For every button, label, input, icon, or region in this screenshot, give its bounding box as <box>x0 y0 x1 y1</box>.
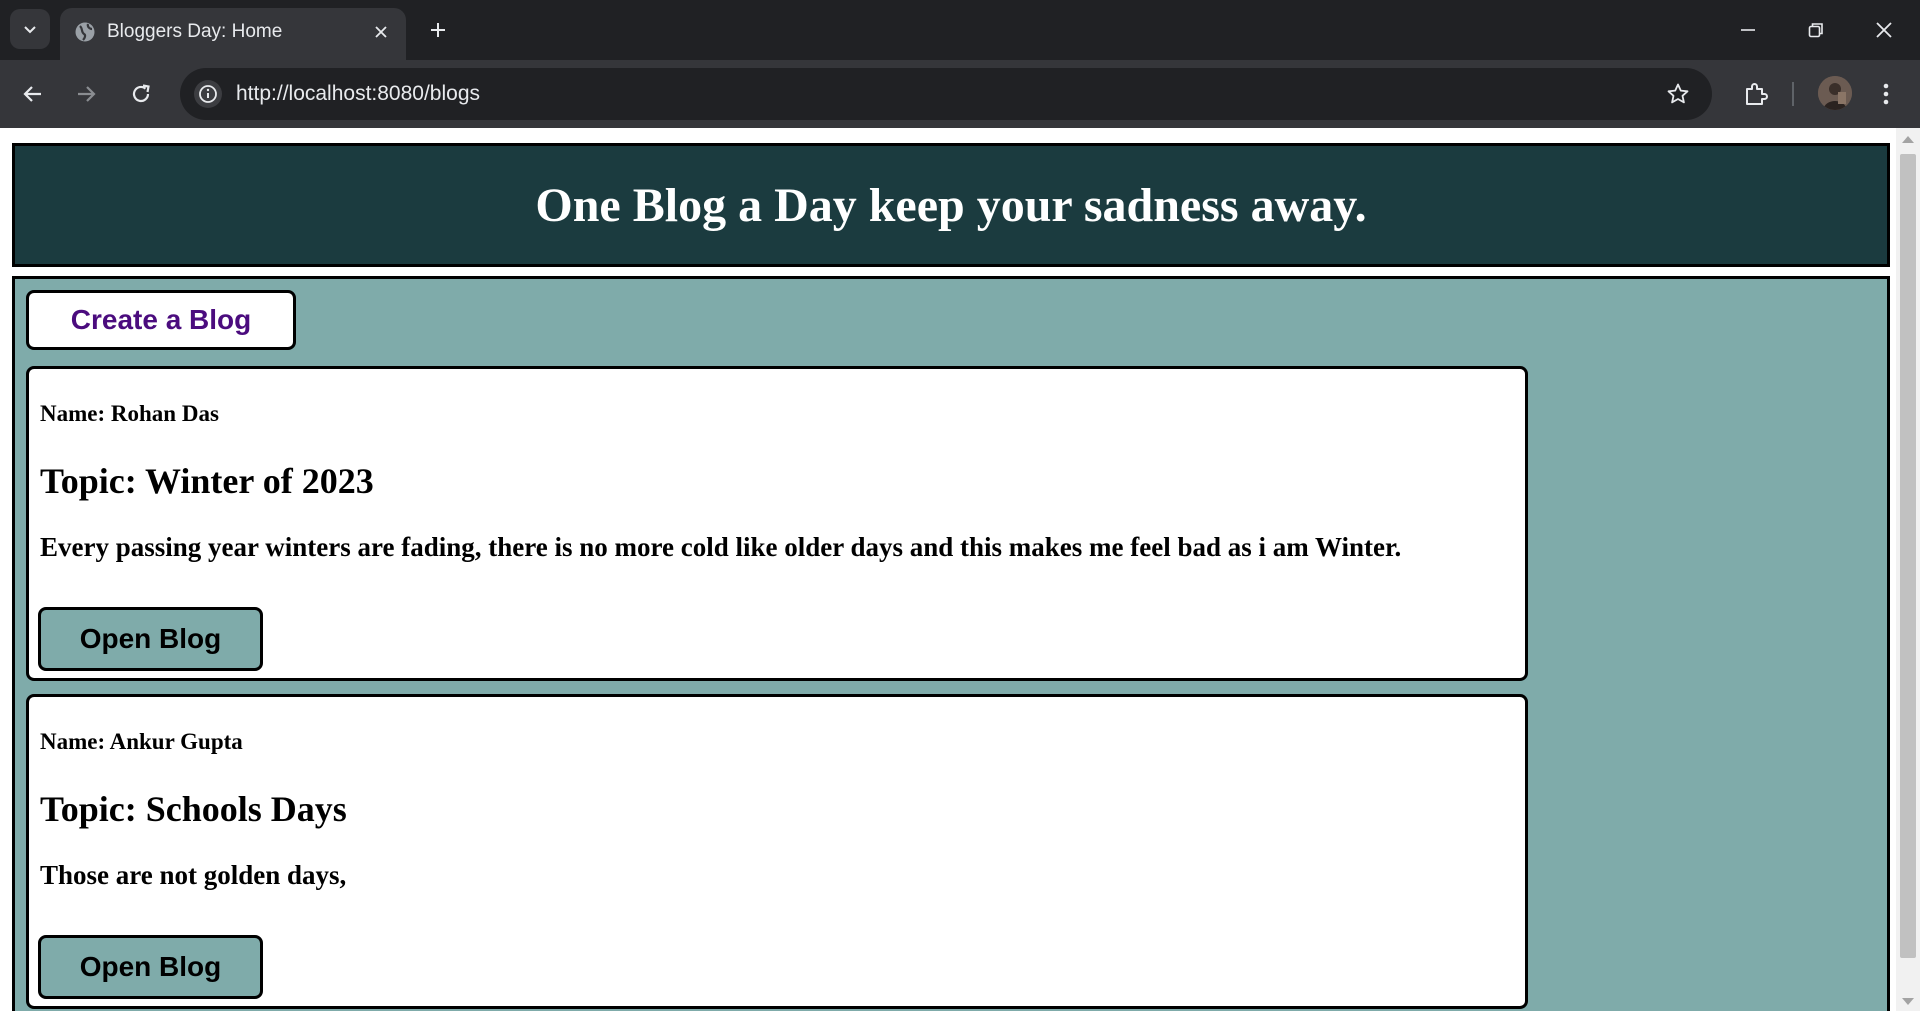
window-close-icon <box>1876 22 1892 38</box>
info-icon <box>199 85 217 103</box>
minimize-icon <box>1741 29 1755 31</box>
plus-icon <box>431 23 445 37</box>
blog-topic: Topic: Schools Days <box>40 789 347 829</box>
chevron-down-icon <box>24 26 36 34</box>
scroll-up-arrow-icon[interactable] <box>1902 136 1914 143</box>
blog-author: Name: Ankur Gupta <box>40 729 243 754</box>
close-icon <box>375 26 387 38</box>
browser-tab[interactable]: Bloggers Day: Home <box>60 8 406 60</box>
restore-icon <box>1808 23 1823 38</box>
vertical-scrollbar[interactable] <box>1896 128 1920 1011</box>
address-bar[interactable]: http://localhost:8080/blogs <box>180 68 1712 120</box>
blog-card: Name: Rohan Das Topic: Winter of 2023 Ev… <box>26 366 1528 681</box>
scrollbar-thumb[interactable] <box>1900 154 1916 958</box>
reload-button[interactable] <box>123 76 159 112</box>
tab-close-button[interactable] <box>370 21 392 43</box>
browser-tabstrip: Bloggers Day: Home <box>0 0 1920 60</box>
forward-button[interactable] <box>68 76 104 112</box>
extensions-icon <box>1746 83 1768 105</box>
reload-icon <box>132 84 150 103</box>
page-title: One Blog a Day keep your sadness away. <box>535 178 1367 232</box>
toolbar-divider <box>1792 82 1794 106</box>
open-blog-button[interactable]: Open Blog <box>38 607 263 671</box>
window-close-button[interactable] <box>1856 8 1912 52</box>
bookmark-button[interactable] <box>1664 80 1692 108</box>
forward-arrow-icon <box>78 86 96 102</box>
new-tab-button[interactable] <box>422 14 454 46</box>
profile-avatar[interactable] <box>1818 76 1852 110</box>
restore-button[interactable] <box>1788 8 1844 52</box>
url-text[interactable]: http://localhost:8080/blogs <box>236 81 480 107</box>
blog-list-container: Create a Blog Name: Rohan Das Topic: Win… <box>12 276 1890 1011</box>
page-viewport: One Blog a Day keep your sadness away. C… <box>0 128 1920 1011</box>
create-blog-button[interactable]: Create a Blog <box>26 290 296 350</box>
blog-excerpt: Those are not golden days, <box>40 860 347 890</box>
globe-favicon-icon <box>75 22 95 42</box>
back-button[interactable] <box>15 76 51 112</box>
blog-author: Name: Rohan Das <box>40 401 219 426</box>
star-icon <box>1667 83 1689 104</box>
tab-title: Bloggers Day: Home <box>107 21 283 42</box>
blog-topic: Topic: Winter of 2023 <box>40 461 374 501</box>
back-arrow-icon <box>23 86 41 102</box>
site-info-button[interactable] <box>194 80 222 108</box>
blog-excerpt: Every passing year winters are fading, t… <box>40 532 1402 562</box>
tab-search-button[interactable] <box>10 9 50 49</box>
scroll-down-arrow-icon[interactable] <box>1902 998 1914 1005</box>
avatar-image <box>1818 76 1852 110</box>
site-header: One Blog a Day keep your sadness away. <box>12 143 1890 267</box>
blog-card: Name: Ankur Gupta Topic: Schools Days Th… <box>26 694 1528 1009</box>
browser-menu-button[interactable] <box>1870 76 1902 112</box>
minimize-button[interactable] <box>1720 8 1776 52</box>
browser-toolbar: http://localhost:8080/blogs <box>0 60 1920 128</box>
kebab-menu-icon <box>1883 83 1889 105</box>
open-blog-button[interactable]: Open Blog <box>38 935 263 999</box>
extensions-button[interactable] <box>1738 76 1774 112</box>
